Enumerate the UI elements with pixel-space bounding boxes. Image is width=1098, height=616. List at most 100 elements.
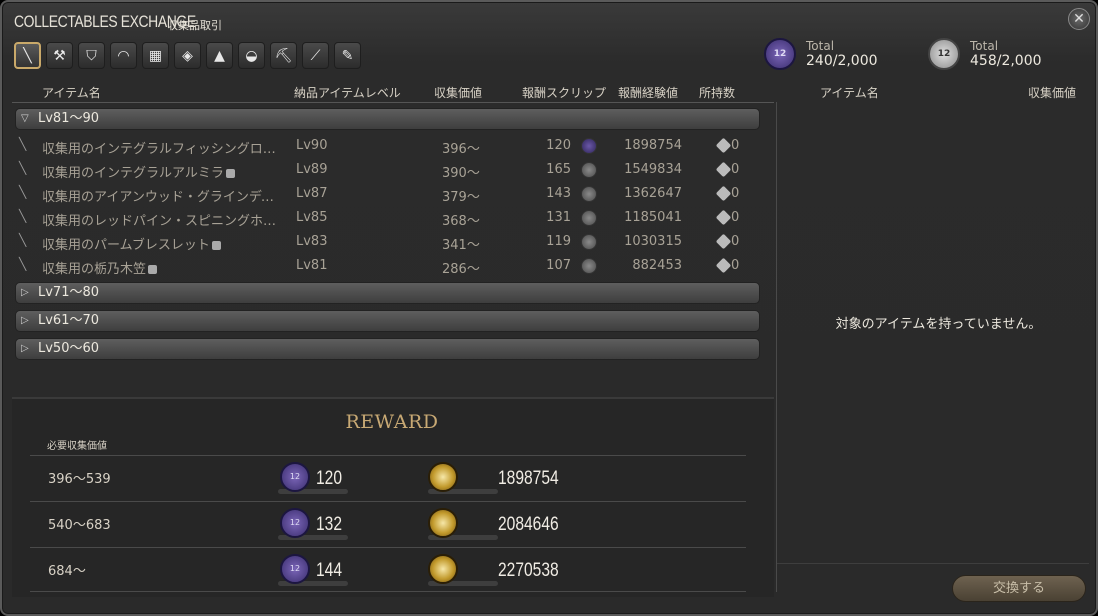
goldsmith-icon[interactable]: ◠ <box>110 42 137 69</box>
white-scrip-total: 12 Total 458/2,000 <box>928 38 1042 70</box>
white-scrip-icon: 12 <box>928 38 960 70</box>
exp-icon <box>428 508 458 538</box>
leatherworker-icon[interactable]: ▦ <box>142 42 169 69</box>
scrip-icon <box>581 186 597 202</box>
item-owned-count: 0 <box>731 210 740 225</box>
item-reward-exp: 1185041 <box>624 210 682 225</box>
header-item-name[interactable]: アイテム名 <box>42 84 101 101</box>
carpenter-tool-icon: ╲ <box>19 161 27 175</box>
carpenter-tool-icon: ╲ <box>19 137 27 151</box>
item-reward-scrip: 165 <box>546 162 571 177</box>
botanist-icon[interactable]: ⟋ <box>302 42 329 69</box>
item-row[interactable]: ╲ 収集用のパームブレスレット Lv83 341～ 119 1030315 0 <box>16 231 756 253</box>
level-group-label: Lv61～70 <box>38 313 100 328</box>
reward-range: 396～539 <box>48 472 111 487</box>
header-reward-scrip[interactable]: 報酬スクリップ <box>522 84 606 101</box>
carpenter-tool-icon: ╲ <box>19 257 27 271</box>
right-header-collectability: 収集価値 <box>1028 86 1077 100</box>
owned-icon <box>715 161 732 178</box>
scrip-icon <box>581 138 597 154</box>
level-group-header[interactable]: ▽ Lv81～90 <box>15 108 760 130</box>
item-name: 収集用の栃乃木笠 <box>42 258 282 277</box>
item-reward-exp: 1362647 <box>624 186 682 201</box>
armorer-icon[interactable]: ⛉ <box>78 42 105 69</box>
item-name: 収集用のレッドパイン・スピニングホ… <box>42 214 277 229</box>
item-reward-scrip: 143 <box>546 186 571 201</box>
purple-scrip-value: 240/2,000 <box>806 52 878 69</box>
item-name: 収集用のインテグラルアルミラ <box>42 162 282 181</box>
item-owned-count: 0 <box>731 258 740 273</box>
header-reward-exp[interactable]: 報酬経験値 <box>618 84 678 101</box>
item-collectability: 368～ <box>442 214 480 229</box>
owned-icon <box>715 257 732 274</box>
item-owned-count: 0 <box>731 162 740 177</box>
item-row[interactable]: ╲ 収集用のインテグラルアルミラ Lv89 390～ 165 1549834 0 <box>16 159 756 181</box>
item-row[interactable]: ╲ 収集用のアイアンウッド・グラインディ… Lv87 379～ 143 1362647 0 <box>16 183 756 205</box>
expand-icon: ▷ <box>21 287 29 298</box>
fisher-icon[interactable]: ✎ <box>334 42 361 69</box>
item-name: 収集用のパームブレスレット <box>42 234 282 253</box>
reward-exp-value: 2270538 <box>498 560 559 581</box>
miner-icon[interactable]: ⛏ <box>270 42 297 69</box>
item-owned-count: 0 <box>731 138 740 153</box>
item-level: Lv85 <box>296 210 328 225</box>
owned-icon <box>715 209 732 226</box>
item-name: 収集用のアイアンウッド・グラインディ… <box>42 190 282 205</box>
item-level: Lv83 <box>296 234 328 249</box>
header-owned[interactable]: 所持数 <box>699 84 735 101</box>
item-collectability: 396～ <box>442 142 480 157</box>
weaver-icon[interactable]: ◈ <box>174 42 201 69</box>
purple-scrip-icon: 12 <box>280 462 310 492</box>
right-header-item-name: アイテム名 <box>820 86 879 100</box>
carpenter-icon[interactable]: ╲ <box>14 42 41 69</box>
reward-range: 540～683 <box>48 518 111 533</box>
item-reward-scrip: 107 <box>546 258 571 273</box>
close-icon[interactable]: ✕ <box>1068 8 1090 30</box>
level-group-label: Lv81～90 <box>38 111 100 126</box>
item-owned-count: 0 <box>731 234 740 249</box>
exchange-button[interactable]: 交換する <box>952 575 1086 602</box>
item-reward-scrip: 119 <box>546 234 571 249</box>
item-collectability: 286～ <box>442 262 480 277</box>
reward-subtitle: 必要収集価値 <box>47 441 107 452</box>
reward-row: 396～539 12 120 1898754 <box>30 455 746 501</box>
owned-icon <box>715 137 732 154</box>
reward-range: 684～ <box>48 564 86 579</box>
empty-inventory-message: 対象のアイテムを持っていません。 <box>835 317 1042 332</box>
item-level: Lv90 <box>296 138 328 153</box>
alchemist-icon[interactable]: ▲ <box>206 42 233 69</box>
header-level[interactable]: 納品アイテムレベル <box>294 84 401 101</box>
carpenter-tool-icon: ╲ <box>19 209 27 223</box>
level-group-header[interactable]: ▷ Lv61～70 <box>15 310 760 332</box>
collapse-icon: ▽ <box>21 113 29 124</box>
item-reward-exp: 882453 <box>632 258 682 273</box>
item-level: Lv81 <box>296 258 328 273</box>
item-reward-exp: 1030315 <box>624 234 682 249</box>
exp-icon <box>428 462 458 492</box>
window-subtitle: 収集品取引 <box>167 19 222 32</box>
blacksmith-icon[interactable]: ⚒ <box>46 42 73 69</box>
item-row[interactable]: ╲ 収集用のレッドパイン・スピニングホ… Lv85 368～ 131 1185041 0 <box>16 207 756 229</box>
item-name: 収集用のインテグラルフィッシングロ… <box>42 142 276 157</box>
header-collectability[interactable]: 収集価値 <box>434 84 482 101</box>
reward-exp-value: 1898754 <box>498 468 559 489</box>
level-group-header[interactable]: ▷ Lv71～80 <box>15 282 760 304</box>
level-group-header[interactable]: ▷ Lv50～60 <box>15 338 760 360</box>
scrip-icon <box>581 234 597 250</box>
carpenter-tool-icon: ╲ <box>19 233 27 247</box>
purple-scrip-label: Total <box>806 38 835 53</box>
header-divider <box>12 102 774 103</box>
purple-scrip-icon: 12 <box>280 508 310 538</box>
item-level: Lv89 <box>296 162 328 177</box>
item-reward-scrip: 120 <box>546 138 571 153</box>
owned-icon <box>715 233 732 250</box>
culinarian-icon[interactable]: ◒ <box>238 42 265 69</box>
item-reward-scrip: 131 <box>546 210 571 225</box>
reward-exp-value: 2084646 <box>498 514 559 535</box>
level-group-label: Lv71～80 <box>38 285 100 300</box>
item-row[interactable]: ╲ 収集用のインテグラルフィッシングロ… Lv90 396～ 120 1898754 0 <box>16 135 756 157</box>
purple-scrip-icon: 12 <box>764 38 796 70</box>
reward-title: REWARD <box>345 411 439 433</box>
item-row[interactable]: ╲ 収集用の栃乃木笠 Lv81 286～ 107 882453 0 <box>16 255 756 277</box>
carpenter-tool-icon: ╲ <box>19 185 27 199</box>
